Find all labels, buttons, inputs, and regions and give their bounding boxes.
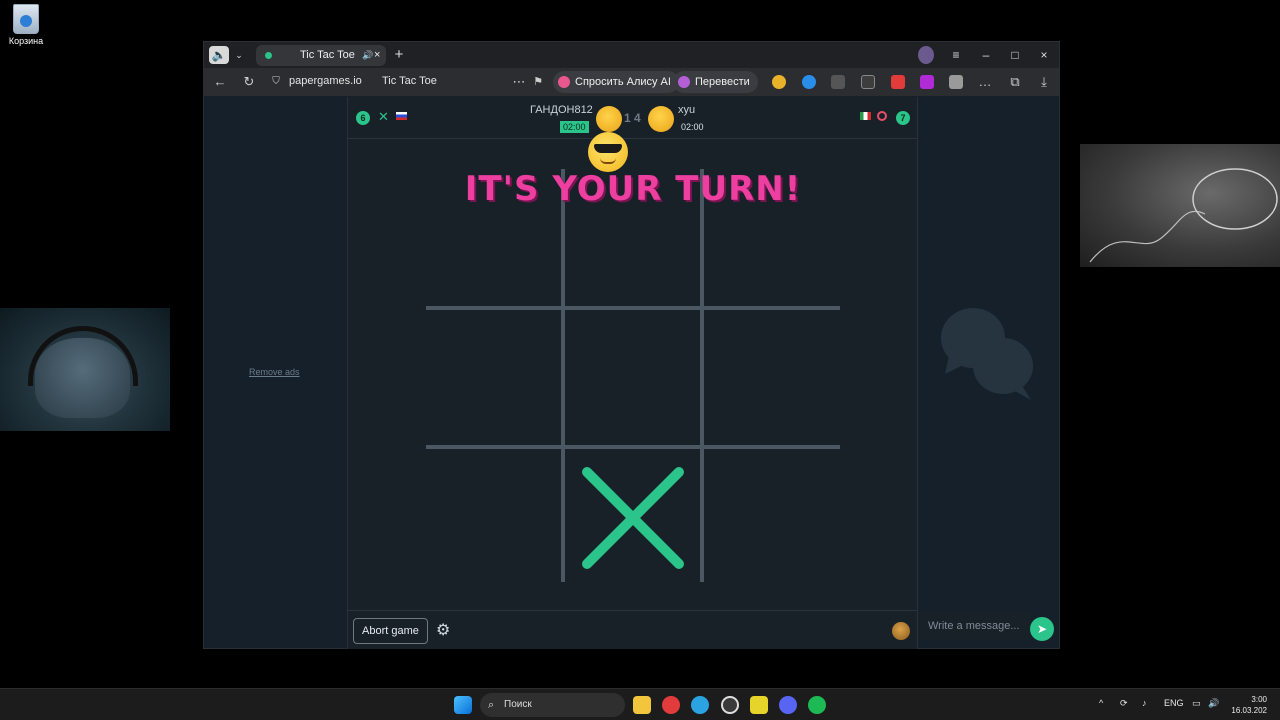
clock-time: 3:00 (1251, 695, 1267, 704)
tray-overflow-icon[interactable]: ^ (1099, 698, 1103, 708)
score: 1 4 (624, 111, 641, 125)
minimize-button[interactable]: – (978, 46, 994, 64)
board-cell-4[interactable] (426, 310, 561, 445)
search-label: Поиск (504, 699, 532, 710)
message-input[interactable]: Write a message... (920, 612, 1030, 640)
browser-window: 🔈 ⌄ Tic Tac Toe 🔊 × + ≡ – □ × ← ↻ ⛉ pape… (203, 41, 1060, 649)
tab-close-icon[interactable]: × (374, 45, 380, 66)
gear-icon[interactable]: ⚙ (436, 623, 452, 639)
webcam-overlay-image (0, 308, 170, 431)
yandex-browser-icon[interactable] (662, 696, 680, 714)
remove-ads-link[interactable]: Remove ads (249, 367, 300, 377)
game-header: 6 ✕ ГАНДОН812 02:00 1 4 xyu 02:00 7 (348, 97, 917, 139)
network-icon[interactable]: ▭ (1192, 698, 1201, 709)
board-cell-1[interactable] (426, 169, 561, 306)
abort-game-button[interactable]: Abort game (353, 618, 428, 644)
spotify-icon[interactable] (808, 696, 826, 714)
more-extensions-icon[interactable]: … (977, 74, 993, 90)
ask-alice-button[interactable]: Спросить Алису AI (553, 71, 679, 93)
recycle-bin-label: Корзина (8, 36, 44, 46)
obs-icon[interactable] (721, 696, 739, 714)
tab-favicon-icon (265, 52, 272, 59)
taskbar-search[interactable]: ⌕ Поиск (480, 693, 625, 717)
bookmark-icon[interactable]: ⚑ (530, 74, 546, 90)
player1-avatar (596, 106, 622, 132)
downloads-icon[interactable]: ⤓ (1036, 74, 1052, 90)
board-cell-9[interactable] (704, 449, 840, 582)
tab-audio-icon[interactable]: 🔊 (362, 45, 373, 66)
x-mark-icon: ✕ (378, 109, 389, 124)
clock[interactable]: 3:00 16.03.202 (1229, 694, 1267, 716)
extension-icon[interactable] (772, 75, 786, 89)
new-tab-button[interactable]: + (391, 46, 407, 64)
x-mark-piece (578, 463, 688, 573)
maximize-button[interactable]: □ (1007, 46, 1023, 64)
extension-icon[interactable] (891, 75, 905, 89)
file-explorer-icon[interactable] (633, 696, 651, 714)
menu-icon[interactable]: ≡ (948, 46, 964, 64)
search-icon: ⌕ (488, 699, 495, 711)
reload-icon[interactable]: ↻ (241, 74, 257, 90)
game-panel: 6 ✕ ГАНДОН812 02:00 1 4 xyu 02:00 7 IT'S… (347, 97, 918, 649)
russia-flag-icon (396, 112, 407, 120)
emoji-picker-icon[interactable] (892, 622, 910, 640)
volume-icon[interactable]: 🔊 (1208, 698, 1219, 709)
app-icon[interactable] (750, 696, 768, 714)
page-title-text: Tic Tac Toe (382, 75, 437, 87)
collections-icon[interactable]: ⧉ (1007, 74, 1023, 90)
extension-icon[interactable] (831, 75, 845, 89)
tab-bar: 🔈 ⌄ Tic Tac Toe 🔊 × + ≡ – □ × (204, 42, 1059, 68)
cool-emoji-icon (588, 132, 628, 172)
close-window-button[interactable]: × (1036, 46, 1052, 64)
extension-icon[interactable] (949, 75, 963, 89)
ask-alice-label: Спросить Алису AI (575, 76, 671, 88)
alice-icon (558, 76, 570, 88)
board-cell-5[interactable] (565, 310, 700, 445)
extension-icon[interactable] (920, 75, 934, 89)
taskbar: ⌕ Поиск ^ ⟳ ♪ ENG ▭ 🔊 3:00 16.03.202 (0, 688, 1280, 720)
player2-badge: 7 (896, 111, 910, 125)
send-icon[interactable]: ➤ (1030, 617, 1054, 641)
tray-app-icon[interactable]: ⟳ (1120, 698, 1128, 709)
extension-icon[interactable] (802, 75, 816, 89)
discord-icon[interactable] (779, 696, 797, 714)
game-footer: Abort game ⚙ (348, 610, 917, 649)
overlay-image (1080, 144, 1280, 267)
tab-tic-tac-toe[interactable]: Tic Tac Toe 🔊 × (256, 45, 386, 66)
player2-timer: 02:00 (681, 122, 704, 132)
translate-label: Перевести (695, 76, 750, 88)
language-indicator[interactable]: ENG (1164, 698, 1184, 708)
clock-date: 16.03.202 (1231, 706, 1267, 715)
board-cell-3[interactable] (704, 169, 840, 306)
player1-badge: 6 (356, 111, 370, 125)
windows-start-icon[interactable] (454, 696, 472, 714)
telegram-icon[interactable] (691, 696, 709, 714)
o-mark-icon (877, 111, 887, 121)
shield-icon[interactable]: ⛉ (268, 74, 284, 90)
player1-timer: 02:00 (560, 121, 589, 133)
translate-icon (678, 76, 690, 88)
profile-avatar[interactable] (918, 46, 934, 64)
chevron-down-icon[interactable]: ⌄ (232, 46, 246, 64)
more-icon[interactable]: ⋯ (511, 74, 527, 90)
player2-avatar (648, 106, 674, 132)
board-cell-6[interactable] (704, 310, 840, 445)
microphone-icon[interactable]: ♪ (1142, 698, 1147, 708)
back-icon[interactable]: ← (212, 74, 228, 90)
chat-bubbles-icon (941, 308, 1033, 400)
italy-flag-icon (860, 112, 871, 120)
recycle-bin-icon (13, 4, 39, 34)
address-bar: ← ↻ ⛉ papergames.io Tic Tac Toe ⋯ ⚑ Спро… (204, 68, 1059, 96)
player1-name: ГАНДОН812 (530, 104, 593, 116)
recycle-bin[interactable]: Корзина (6, 4, 46, 46)
url-text[interactable]: papergames.io (289, 75, 362, 87)
translate-button[interactable]: Перевести (673, 71, 758, 93)
sound-icon[interactable]: 🔈 (209, 46, 229, 64)
tab-title: Tic Tac Toe (300, 49, 355, 61)
player2-name: xyu (678, 104, 696, 116)
board-cell-2[interactable] (565, 169, 700, 306)
extension-icon[interactable] (861, 75, 875, 89)
board-cell-7[interactable] (426, 449, 561, 582)
